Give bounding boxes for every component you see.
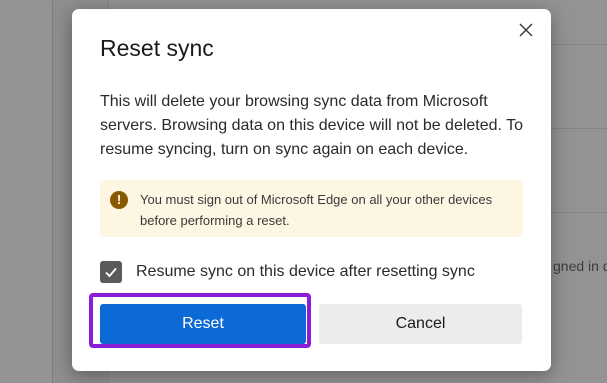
warning-message-box: ! You must sign out of Microsoft Edge on… bbox=[100, 180, 523, 237]
nav-divider bbox=[52, 0, 53, 383]
settings-row-divider bbox=[548, 44, 607, 45]
close-icon bbox=[519, 23, 533, 37]
close-button[interactable] bbox=[515, 19, 537, 41]
resume-sync-checkbox-row[interactable]: Resume sync on this device after resetti… bbox=[100, 260, 475, 284]
cancel-button[interactable]: Cancel bbox=[319, 304, 522, 344]
background-setting-text: gned in d bbox=[553, 258, 607, 274]
resume-sync-checkbox[interactable] bbox=[100, 261, 122, 283]
dialog-description: This will delete your browsing sync data… bbox=[100, 93, 524, 158]
settings-nav-strip bbox=[0, 0, 52, 383]
reset-button[interactable]: Reset bbox=[100, 304, 306, 344]
warning-text: You must sign out of Microsoft Edge on a… bbox=[140, 192, 493, 228]
resume-sync-checkbox-label: Resume sync on this device after resetti… bbox=[136, 263, 475, 280]
dialog-title: Reset sync bbox=[100, 35, 214, 61]
settings-row-divider bbox=[548, 212, 607, 213]
checkmark-icon bbox=[105, 267, 117, 278]
settings-row-divider bbox=[548, 128, 607, 129]
warning-icon: ! bbox=[110, 191, 128, 209]
